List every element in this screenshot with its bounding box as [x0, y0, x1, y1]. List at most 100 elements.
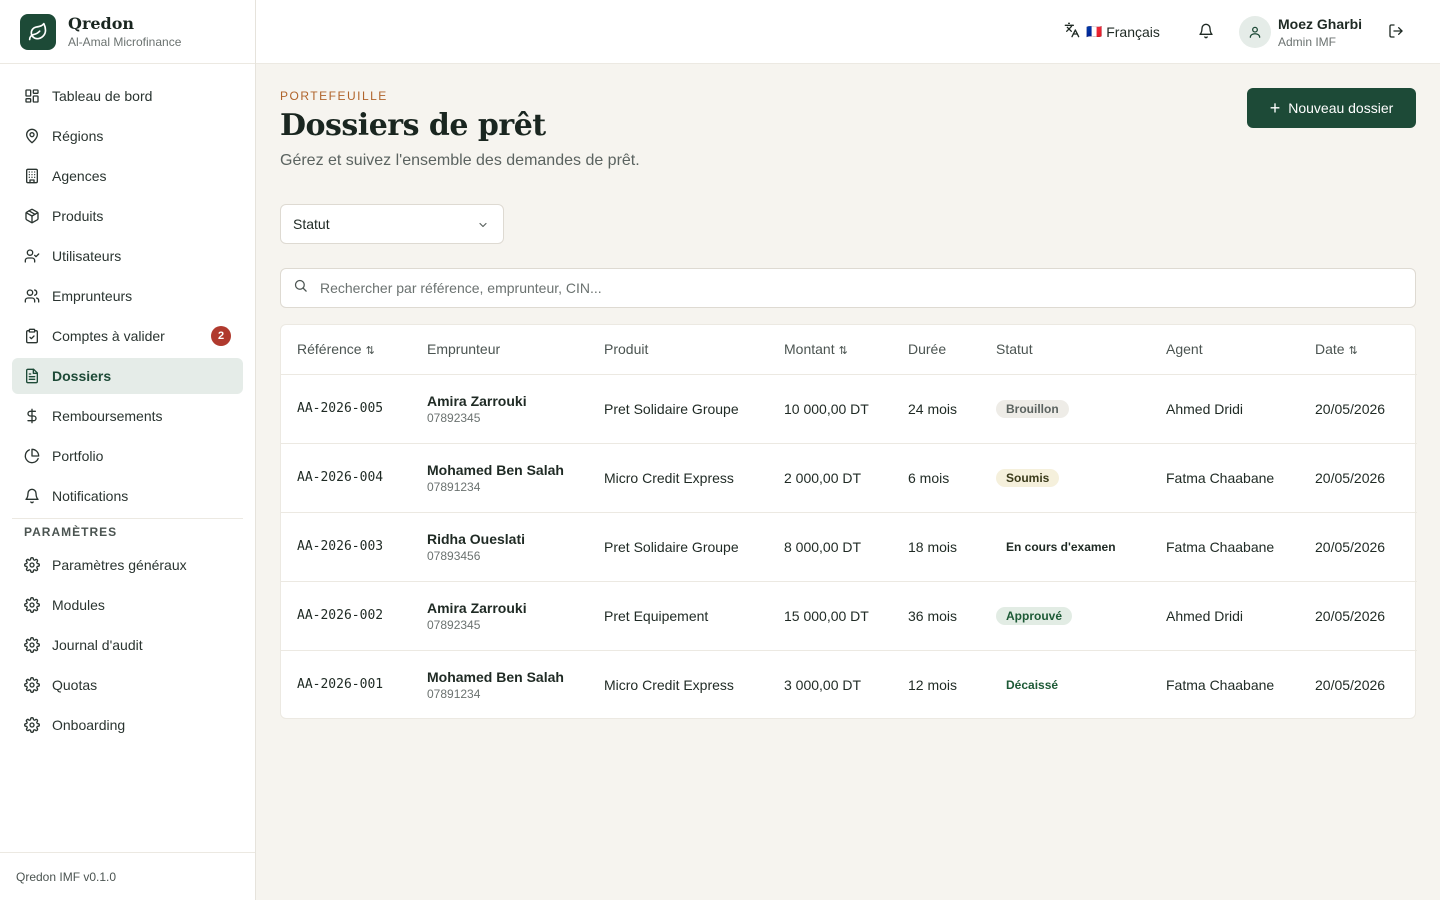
borrower-cin: 07892345: [427, 617, 481, 632]
leaf-logo-icon: [20, 13, 56, 50]
column-header-reference[interactable]: Référence ⇅: [281, 325, 411, 375]
language-switcher[interactable]: 🇫🇷 Français: [1064, 22, 1160, 41]
borrower-name: Mohamed Ben Salah: [427, 668, 564, 685]
dashboard-icon: [25, 89, 39, 103]
table-header-row: Référence ⇅ Emprunteur Produit Montant ⇅ D…: [281, 325, 1417, 375]
sidebar-item-parametres-generaux[interactable]: Paramètres généraux: [12, 547, 243, 583]
cell-date: 20/05/2026: [1315, 607, 1386, 624]
avatar[interactable]: [1239, 16, 1271, 48]
brand-name: Qredon: [68, 13, 135, 33]
cell-date: 20/05/2026: [1315, 676, 1386, 693]
cell-agent: Fatma Chaabane: [1166, 538, 1275, 555]
cell-statut: Approuvé: [980, 581, 1150, 650]
cell-date: 20/05/2026: [1315, 469, 1386, 486]
cell-reference: AA-2026-004: [297, 470, 384, 485]
sidebar-item-portfolio[interactable]: Portfolio: [12, 438, 243, 474]
sidebar-item-utilisateurs[interactable]: Utilisateurs: [12, 238, 243, 274]
users-icon: [24, 289, 40, 303]
status-filter-value: Statut: [293, 216, 330, 232]
borrower-cin: 07891234: [427, 479, 481, 494]
cell-date: 20/05/2026: [1315, 400, 1386, 417]
sidebar: Qredon Al-Amal Microfinance Tableau de b…: [0, 0, 256, 900]
file-text-icon: [26, 368, 38, 384]
sidebar-item-label: Journal d'audit: [52, 637, 143, 653]
sidebar-item-modules[interactable]: Modules: [12, 587, 243, 623]
borrower-name: Mohamed Ben Salah: [427, 461, 564, 478]
cell-emprunteur: Mohamed Ben Salah 07891234: [411, 443, 588, 512]
cell-statut: Décaissé: [980, 650, 1150, 719]
sidebar-item-notifications[interactable]: Notifications: [12, 478, 243, 514]
sidebar-item-regions[interactable]: Régions: [12, 118, 243, 154]
column-header-statut: Statut: [980, 325, 1150, 375]
app-version: Qredon IMF v0.1.0: [0, 852, 255, 900]
sidebar-item-label: Régions: [52, 128, 104, 144]
brand-subtitle: Al-Amal Microfinance: [68, 34, 182, 49]
table-row[interactable]: AA-2026-001 Mohamed Ben Salah 07891234 Micr…: [281, 650, 1417, 719]
table-row[interactable]: AA-2026-002 Amira Zarrouki 07892345 Pret Eq…: [281, 581, 1417, 650]
cell-agent: Fatma Chaabane: [1166, 676, 1275, 693]
sidebar-item-emprunteurs[interactable]: Emprunteurs: [12, 278, 243, 314]
cell-emprunteur: Amira Zarrouki 07892345: [411, 374, 588, 443]
status-badge: Soumis: [996, 468, 1060, 487]
pending-count-badge: 2: [211, 326, 231, 346]
page-subtitle: Gérez et suivez l'ensemble des demandes …: [280, 152, 640, 169]
new-dossier-button[interactable]: + Nouveau dossier: [1247, 88, 1416, 128]
cell-montant: 15 000,00 DT: [784, 607, 869, 624]
cell-produit: Pret Solidaire Groupe: [604, 538, 739, 555]
user-check-icon: [24, 249, 40, 263]
sidebar-item-label: Emprunteurs: [52, 288, 133, 304]
table-row[interactable]: AA-2026-003 Ridha Oueslati 07893456 Pret So…: [281, 512, 1417, 581]
cell-montant: 8 000,00 DT: [784, 538, 862, 555]
cell-agent: Ahmed Dridi: [1166, 400, 1244, 417]
cell-emprunteur: Ridha Oueslati 07893456: [411, 512, 588, 581]
sidebar-item-produits[interactable]: Produits: [12, 198, 243, 234]
sidebar-item-quotas[interactable]: Quotas: [12, 667, 243, 703]
new-dossier-label: Nouveau dossier: [1288, 100, 1394, 116]
search-input[interactable]: [320, 280, 1380, 296]
column-header-produit: Produit: [588, 325, 768, 375]
sidebar-item-comptes-a-valider[interactable]: Comptes à valider 2: [12, 318, 243, 354]
table-row[interactable]: AA-2026-004 Mohamed Ben Salah 07891234 Micr…: [281, 443, 1417, 512]
page-eyebrow: PORTEFEUILLE: [280, 89, 388, 103]
chevron-down-icon: [477, 218, 489, 234]
bell-icon[interactable]: [1198, 23, 1214, 44]
gear-icon: [24, 597, 40, 613]
sidebar-item-agences[interactable]: Agences: [12, 158, 243, 194]
sidebar-item-remboursements[interactable]: Remboursements: [12, 398, 243, 434]
sidebar-item-label: Portfolio: [52, 448, 104, 464]
gear-icon: [24, 717, 40, 733]
sidebar-item-onboarding[interactable]: Onboarding: [12, 707, 243, 743]
sidebar-item-label: Agences: [52, 168, 107, 184]
brand[interactable]: Qredon Al-Amal Microfinance: [0, 0, 255, 64]
bell-icon: [25, 488, 39, 504]
table-row[interactable]: AA-2026-005 Amira Zarrouki 07892345 Pret So…: [281, 374, 1417, 443]
logout-icon[interactable]: [1388, 23, 1404, 44]
package-icon: [25, 208, 39, 224]
dollar-icon: [27, 408, 37, 424]
clipboard-check-icon: [26, 328, 38, 344]
cell-statut: Brouillon: [980, 374, 1150, 443]
cell-reference: AA-2026-005: [297, 401, 384, 416]
user-info[interactable]: Moez Gharbi Admin IMF: [1278, 16, 1362, 49]
cell-duree: 24 mois: [908, 400, 958, 417]
cell-duree: 6 mois: [908, 469, 950, 486]
sidebar-item-dossiers[interactable]: Dossiers: [12, 358, 243, 394]
cell-date: 20/05/2026: [1315, 538, 1386, 555]
status-filter-select[interactable]: Statut: [280, 204, 504, 244]
gear-icon: [24, 637, 40, 653]
sidebar-item-journal-d-audit[interactable]: Journal d'audit: [12, 627, 243, 663]
user-name: Moez Gharbi: [1278, 16, 1363, 32]
sidebar-item-tableau-de-bord[interactable]: Tableau de bord: [12, 78, 243, 114]
column-header-agent: Agent: [1150, 325, 1299, 375]
cell-produit: Micro Credit Express: [604, 676, 734, 693]
column-header-duree: Durée: [892, 325, 980, 375]
column-header-montant[interactable]: Montant ⇅: [768, 325, 892, 375]
building-icon: [26, 168, 38, 184]
cell-produit: Pret Equipement: [604, 607, 709, 624]
cell-agent: Fatma Chaabane: [1166, 469, 1275, 486]
column-header-date[interactable]: Date ⇅: [1299, 325, 1417, 375]
cell-montant: 3 000,00 DT: [784, 676, 862, 693]
page-title: Dossiers de prêt: [280, 108, 546, 143]
borrower-cin: 07891234: [427, 686, 481, 701]
dossiers-table: Référence ⇅ Emprunteur Produit Montant ⇅ D…: [280, 324, 1417, 719]
